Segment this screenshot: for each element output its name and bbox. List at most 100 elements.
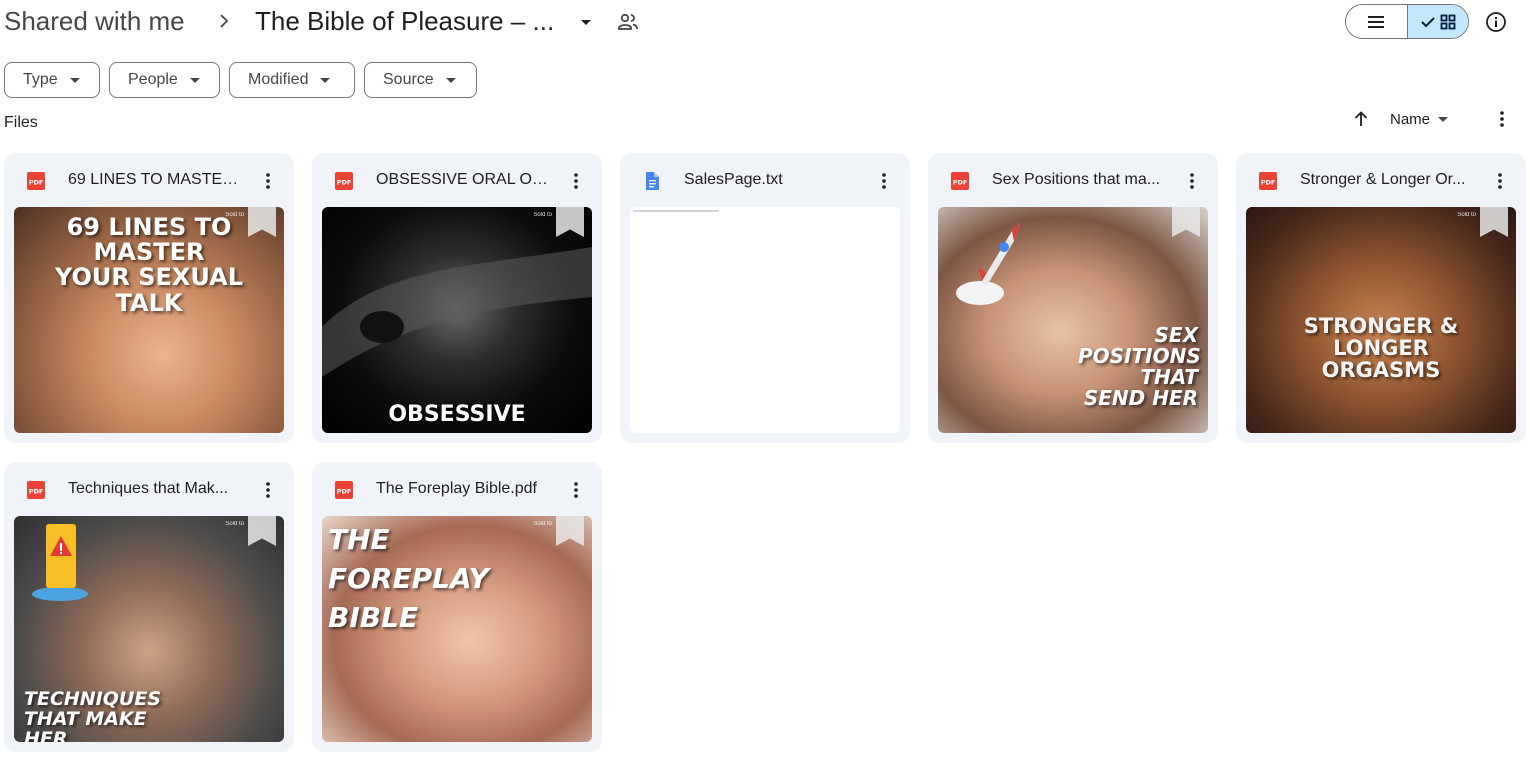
bookmark-ribbon: [556, 516, 584, 546]
breadcrumb-current-folder[interactable]: The Bible of Pleasure – ...: [255, 4, 554, 38]
svg-text:PDF: PDF: [29, 488, 44, 496]
file-card[interactable]: PDF OBSESSIVE ORAL OR... OBSESSIVE Sold …: [312, 153, 602, 443]
more-options-icon[interactable]: [256, 478, 280, 502]
pdf-icon: PDF: [1259, 172, 1277, 190]
thumbnail-watermark: Sold to: [533, 212, 552, 218]
file-thumbnail: THE FOREPLAY BIBLE Sold to: [322, 516, 592, 742]
file-card-header: PDF Sex Positions that ma...: [928, 153, 1218, 207]
file-card[interactable]: PDF Stronger & Longer Or... STRONGER & L…: [1236, 153, 1526, 443]
more-options-icon[interactable]: [1180, 169, 1204, 193]
file-name: The Foreplay Bible.pdf: [376, 480, 537, 497]
more-options-icon[interactable]: [1488, 169, 1512, 193]
more-options-icon[interactable]: [872, 169, 896, 193]
sort-direction-arrow-icon[interactable]: [1349, 107, 1373, 131]
file-card[interactable]: PDF Sex Positions that ma... SEX POSITIO…: [928, 153, 1218, 443]
file-card-header: PDF Stronger & Longer Or...: [1236, 153, 1526, 207]
filter-source-chip[interactable]: Source: [364, 62, 477, 98]
svg-text:PDF: PDF: [1261, 179, 1276, 187]
chevron-right-icon: [220, 14, 229, 28]
thumbnail-watermark: Sold to: [225, 212, 244, 218]
filter-modified-label: Modified: [248, 71, 309, 88]
thumbnail-watermark: Sold to: [1457, 212, 1476, 218]
thumbnail-title: OBSESSIVE: [388, 402, 526, 427]
pdf-icon: PDF: [27, 172, 45, 190]
file-card[interactable]: PDF Techniques that Mak... TECHNIQUES TH…: [4, 462, 294, 752]
wet-floor-sign-icon: [32, 524, 88, 601]
filter-bar: Type People Modified Source: [4, 62, 477, 98]
shared-people-icon[interactable]: [616, 10, 640, 34]
thumbnail-title: 69 LINES TO MASTER YOUR SEXUAL TALK: [54, 213, 244, 317]
bookmark-ribbon: [1172, 207, 1200, 237]
thumbnail-watermark: Sold to: [533, 521, 552, 527]
bookmark-ribbon: [1480, 207, 1508, 237]
file-card-header: SalesPage.txt: [620, 153, 910, 207]
dropdown-arrow-icon: [69, 77, 80, 83]
info-icon[interactable]: [1484, 10, 1508, 34]
file-card-header: PDF The Foreplay Bible.pdf: [312, 462, 602, 516]
file-name: Techniques that Mak...: [68, 480, 229, 497]
svg-text:PDF: PDF: [953, 179, 968, 187]
thumbnail-texture: [322, 247, 592, 377]
file-card-header: PDF OBSESSIVE ORAL OR...: [312, 153, 602, 207]
file-thumbnail: OBSESSIVE Sold to: [322, 207, 592, 433]
file-card[interactable]: SalesPage.txt: [620, 153, 910, 443]
file-name: Stronger & Longer Or...: [1300, 171, 1466, 188]
file-card[interactable]: PDF 69 LINES TO MASTER ... 69 LINES TO M…: [4, 153, 294, 443]
file-name: SalesPage.txt: [684, 171, 783, 188]
file-thumbnail: STRONGER & LONGER ORGASMS Sold to: [1246, 207, 1516, 433]
file-name: OBSESSIVE ORAL OR...: [376, 171, 554, 188]
view-toggle: [1345, 4, 1469, 39]
filter-modified-chip[interactable]: Modified: [229, 62, 355, 98]
files-section-title: Files: [4, 114, 38, 131]
file-thumbnail: SEX POSITIONS THAT SEND HER: [938, 207, 1208, 433]
svg-text:PDF: PDF: [29, 179, 44, 187]
folder-menu-dropdown-icon[interactable]: [574, 10, 598, 34]
filter-type-chip[interactable]: Type: [4, 62, 100, 98]
svg-text:PDF: PDF: [337, 179, 352, 187]
more-options-icon[interactable]: [564, 478, 588, 502]
thumbnail-watermark: Sold to: [225, 521, 244, 527]
bookmark-ribbon: [248, 207, 276, 237]
dropdown-arrow-icon: [1438, 116, 1449, 122]
filter-people-label: People: [128, 71, 178, 88]
file-thumbnail: [630, 207, 900, 433]
file-card-header: PDF 69 LINES TO MASTER ...: [4, 153, 294, 207]
pdf-icon: PDF: [335, 481, 353, 499]
filter-people-chip[interactable]: People: [109, 62, 220, 98]
thumbnail-title: SEX POSITIONS THAT SEND HER: [1078, 323, 1201, 410]
list-view-button[interactable]: [1346, 5, 1407, 38]
header: Shared with me The Bible of Pleasure – .…: [0, 0, 1530, 44]
thumbnail-title: THE FOREPLAY BIBLE: [328, 523, 489, 635]
file-name: Sex Positions that ma...: [992, 171, 1161, 188]
rocket-icon: [956, 223, 1020, 305]
file-thumbnail: 69 LINES TO MASTER YOUR SEXUAL TALK Sold…: [14, 207, 284, 433]
pdf-icon: PDF: [335, 172, 353, 190]
bookmark-ribbon: [248, 516, 276, 546]
filter-source-label: Source: [383, 71, 434, 88]
dropdown-arrow-icon: [445, 77, 456, 83]
grid-view-button[interactable]: [1406, 5, 1468, 38]
pdf-icon: PDF: [27, 481, 45, 499]
checkmark-icon: [1421, 16, 1435, 27]
breadcrumb-shared-with-me[interactable]: Shared with me: [4, 4, 185, 38]
document-icon: [646, 172, 659, 190]
sort-by-name-button[interactable]: Name: [1390, 107, 1449, 131]
list-icon: [1368, 15, 1385, 28]
thumbnail-title: TECHNIQUES THAT MAKE HER: [24, 688, 161, 742]
dropdown-arrow-icon: [320, 77, 331, 83]
thumbnail-text-line: [633, 210, 719, 212]
filter-type-label: Type: [23, 71, 58, 88]
dropdown-arrow-icon: [189, 77, 200, 83]
file-card[interactable]: PDF The Foreplay Bible.pdf THE FOREPLAY …: [312, 462, 602, 752]
more-options-icon[interactable]: [256, 169, 280, 193]
sort-label: Name: [1390, 110, 1431, 128]
file-thumbnail: TECHNIQUES THAT MAKE HER Sold to: [14, 516, 284, 742]
svg-text:PDF: PDF: [337, 488, 352, 496]
file-card-header: PDF Techniques that Mak...: [4, 462, 294, 516]
grid-icon: [1440, 14, 1456, 29]
more-options-icon[interactable]: [1490, 107, 1514, 131]
pdf-icon: PDF: [951, 172, 969, 190]
file-name: 69 LINES TO MASTER ...: [68, 171, 246, 188]
more-options-icon[interactable]: [564, 169, 588, 193]
thumbnail-title: STRONGER & LONGER ORGASMS: [1303, 314, 1459, 383]
